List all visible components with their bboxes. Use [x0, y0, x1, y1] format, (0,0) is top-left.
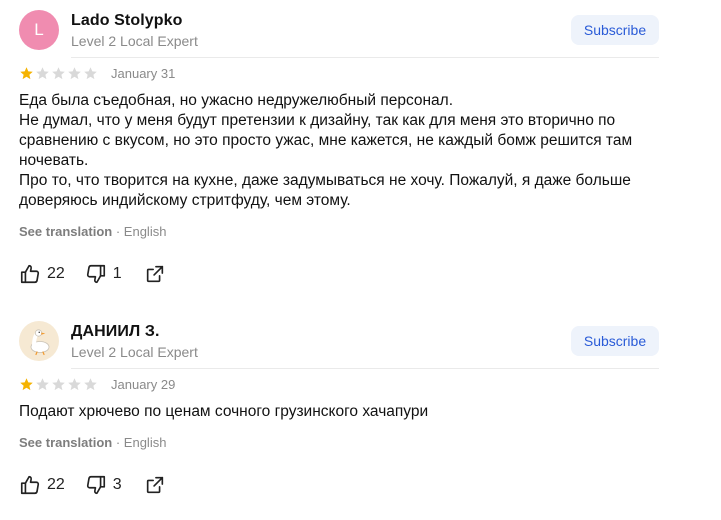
language-label: English	[123, 435, 167, 450]
language-label: English	[123, 224, 167, 239]
star-icon	[52, 67, 65, 80]
share-button[interactable]	[144, 263, 166, 285]
review-paragraph: Подают хрючево по ценам сочного грузинск…	[19, 403, 429, 420]
review-date: January 31	[111, 66, 176, 81]
header-divider	[71, 57, 659, 58]
review-paragraph: Не думал, что у меня будут претензии к д…	[19, 112, 633, 169]
share-icon	[146, 265, 163, 283]
review-paragraph: Про то, что творится на кухне, даже заду…	[19, 172, 631, 209]
avatar-letter: L	[34, 20, 44, 39]
header-divider	[71, 368, 659, 369]
share-icon	[146, 476, 163, 494]
thumbs-down-icon	[86, 475, 105, 495]
like-button[interactable]: 22	[19, 474, 65, 496]
star-icon	[68, 67, 81, 80]
thumbs-down-icon	[86, 264, 105, 284]
review-text: Еда была съедобная, но ужасно недружелюб…	[19, 91, 659, 211]
review-date: January 29	[111, 377, 176, 392]
star-icon	[20, 67, 33, 80]
star-icon	[84, 67, 97, 80]
author-name[interactable]: Lado Stolypko	[71, 12, 183, 30]
translation-row: See translation · English	[19, 435, 166, 450]
avatar[interactable]: L	[19, 10, 59, 50]
review-actions: 22 3	[19, 474, 166, 496]
author-name[interactable]: ДАНИИЛ З.	[71, 323, 160, 341]
star-icon	[36, 378, 49, 391]
translation-row: See translation · English	[19, 224, 166, 239]
like-count: 22	[47, 265, 65, 282]
star-icon	[84, 378, 97, 391]
star-icon	[20, 378, 33, 391]
like-count: 22	[47, 476, 65, 493]
like-button[interactable]: 22	[19, 263, 65, 285]
star-rating	[19, 66, 98, 81]
review-actions: 22 1	[19, 263, 166, 285]
star-rating	[19, 377, 98, 392]
review-text: Подают хрючево по ценам сочного грузинск…	[19, 402, 659, 422]
subscribe-button[interactable]: Subscribe	[571, 326, 659, 356]
star-icon	[52, 378, 65, 391]
subscribe-button[interactable]: Subscribe	[571, 15, 659, 45]
goose-icon	[30, 329, 50, 356]
star-icon	[36, 67, 49, 80]
separator: ·	[115, 435, 121, 450]
review-paragraph: Еда была съедобная, но ужасно недружелюб…	[19, 92, 454, 109]
author-level: Level 2 Local Expert	[71, 344, 198, 360]
author-level: Level 2 Local Expert	[71, 33, 198, 49]
star-icon	[68, 378, 81, 391]
dislike-count: 1	[112, 265, 122, 282]
avatar[interactable]	[19, 321, 59, 361]
thumbs-up-icon	[20, 264, 40, 284]
dislike-button[interactable]: 3	[85, 474, 122, 496]
see-translation-link[interactable]: See translation	[19, 224, 112, 239]
thumbs-up-icon	[20, 475, 40, 495]
share-button[interactable]	[144, 474, 166, 496]
dislike-count: 3	[112, 476, 122, 493]
see-translation-link[interactable]: See translation	[19, 435, 112, 450]
dislike-button[interactable]: 1	[85, 263, 122, 285]
separator: ·	[115, 224, 121, 239]
